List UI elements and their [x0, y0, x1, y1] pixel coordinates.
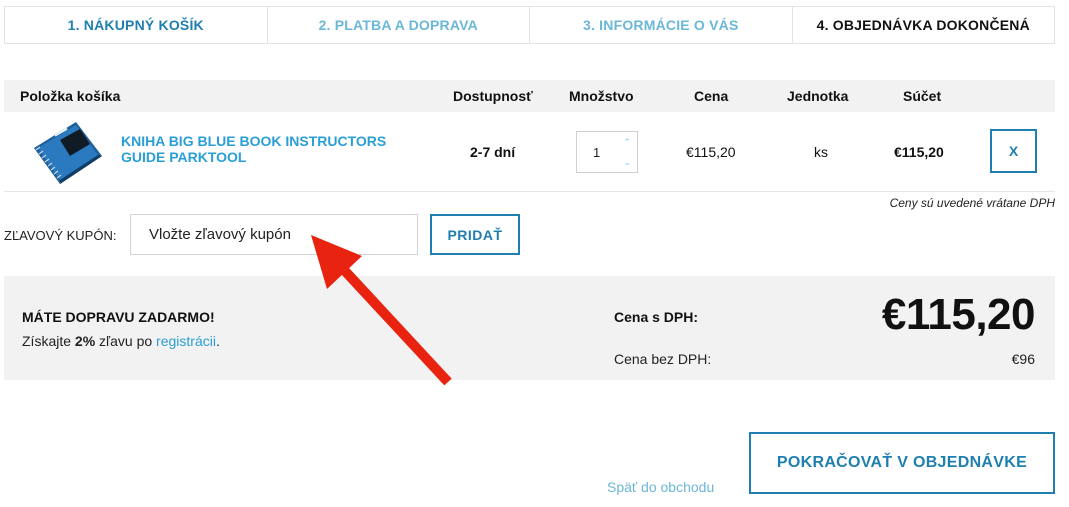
- chevron-down-icon[interactable]: ⌄: [623, 157, 631, 167]
- vat-note: Ceny sú uvedené vrátane DPH: [889, 196, 1055, 210]
- chevron-up-icon[interactable]: ⌃: [623, 137, 631, 147]
- row-sum-value: €115,20: [894, 144, 944, 160]
- quantity-value[interactable]: 1: [593, 145, 600, 160]
- price-excl-vat-value: €96: [1011, 351, 1035, 367]
- continue-order-button[interactable]: POKRAČOVAŤ V OBJEDNÁVKE: [749, 432, 1055, 494]
- coupon-label: ZĽAVOVÝ KUPÓN:: [4, 228, 117, 243]
- checkout-steps: 1. NÁKUPNÝ KOŠÍK 2. PLATBA A DOPRAVA 3. …: [4, 6, 1055, 44]
- coupon-input[interactable]: [130, 214, 418, 255]
- step-payment-shipping[interactable]: 2. PLATBA A DOPRAVA: [268, 7, 530, 43]
- back-to-shop-link[interactable]: Späť do obchodu: [607, 479, 714, 495]
- discount-middle: zľavu po: [95, 333, 157, 349]
- header-unit: Jednotka: [787, 88, 849, 104]
- unit-price-value: €115,20: [686, 144, 736, 160]
- availability-value: 2-7 dní: [470, 144, 516, 160]
- cart-table-header: Položka košíka Dostupnosť Množstvo Cena …: [4, 80, 1055, 112]
- table-row: KNIHA BIG BLUE BOOK INSTRUCTORS GUIDE PA…: [4, 112, 1055, 192]
- step-order-complete: 4. OBJEDNÁVKA DOKONČENÁ: [816, 17, 1030, 33]
- discount-suffix: .: [215, 333, 220, 349]
- price-excl-vat-label: Cena bez DPH:: [614, 351, 712, 367]
- header-sum: Súčet: [903, 88, 942, 104]
- discount-value: 2%: [74, 333, 96, 349]
- price-incl-vat-label: Cena s DPH:: [614, 309, 699, 325]
- product-name-link[interactable]: KNIHA BIG BLUE BOOK INSTRUCTORS GUIDE PA…: [121, 133, 411, 165]
- discount-text: Získajte 2% zľavu po registrácii.: [22, 333, 220, 349]
- quantity-stepper[interactable]: 1 ⌃ ⌄: [576, 131, 638, 173]
- step-cart[interactable]: 1. NÁKUPNÝ KOŠÍK: [5, 7, 268, 43]
- book-thumbnail[interactable]: [30, 120, 104, 186]
- free-shipping-title: MÁTE DOPRAVU ZADARMO!: [22, 309, 215, 325]
- discount-prefix: Získajte: [22, 333, 75, 349]
- order-summary: MÁTE DOPRAVU ZADARMO! Získajte 2% zľavu …: [4, 276, 1055, 380]
- total-price: €115,20: [881, 290, 1036, 339]
- remove-item-button[interactable]: X: [990, 129, 1037, 173]
- unit-value: ks: [814, 144, 828, 160]
- header-availability: Dostupnosť: [453, 88, 533, 104]
- registration-link[interactable]: registrácii: [156, 333, 216, 349]
- header-quantity: Množstvo: [569, 88, 634, 104]
- add-coupon-button[interactable]: PRIDAŤ: [430, 214, 520, 255]
- step-customer-info[interactable]: 3. INFORMÁCIE O VÁS: [530, 7, 793, 43]
- header-price: Cena: [694, 88, 729, 104]
- header-item: Položka košíka: [20, 88, 121, 104]
